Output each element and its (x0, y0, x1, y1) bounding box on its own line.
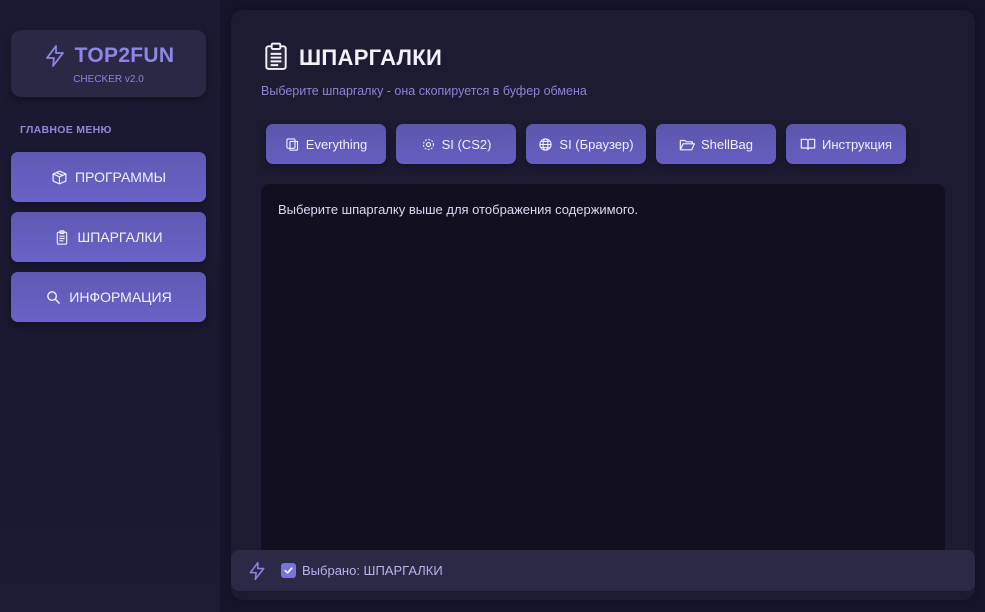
tab-shellbag[interactable]: ShellBag (656, 124, 776, 164)
package-icon (51, 169, 68, 186)
magnifier-icon (45, 289, 62, 306)
logo-card: TOP2FUN CHECKER v2.0 (11, 30, 206, 97)
tab-si-cs2[interactable]: SI (CS2) (396, 124, 516, 164)
page-header: ШПАРГАЛКИ (263, 42, 443, 74)
sidebar-item-information[interactable]: ИНФОРМАЦИЯ (11, 272, 206, 322)
logo-row: TOP2FUN (11, 42, 206, 70)
tab-label: Everything (305, 136, 368, 152)
tab-label: SI (CS2) (441, 136, 492, 152)
sidebar-item-label: ПРОГРАММЫ (74, 169, 167, 185)
book-icon (800, 137, 816, 151)
copy-icon (285, 137, 300, 152)
tab-everything[interactable]: Everything (266, 124, 386, 164)
sidebar-item-programs[interactable]: ПРОГРАММЫ (11, 152, 206, 202)
clipboard-icon (54, 229, 70, 246)
sidebar: TOP2FUN CHECKER v2.0 ГЛАВНОЕ МЕНЮ ПРОГРА… (0, 0, 220, 612)
sidebar-item-label: ИНФОРМАЦИЯ (69, 289, 172, 305)
content-placeholder: Выберите шпаргалку выше для отображения … (278, 202, 639, 217)
lightning-icon (247, 561, 267, 581)
logo-subtitle: CHECKER v2.0 (73, 74, 144, 85)
status-bar: Выбрано: ШПАРГАЛКИ (231, 550, 975, 591)
page-subtitle: Выберите шпаргалку - она скопируется в б… (261, 84, 587, 98)
gear-icon (421, 137, 436, 152)
menu-heading: ГЛАВНОЕ МЕНЮ (20, 124, 112, 136)
tab-instruction[interactable]: Инструкция (786, 124, 906, 164)
main-panel: ШПАРГАЛКИ Выберите шпаргалку - она скопи… (231, 10, 975, 600)
tab-si-browser[interactable]: SI (Браузер) (526, 124, 646, 164)
folder-icon (679, 137, 695, 152)
cheatsheet-content[interactable]: Выберите шпаргалку выше для отображения … (261, 184, 945, 554)
globe-icon (538, 137, 553, 152)
status-text: Выбрано: ШПАРГАЛКИ (302, 563, 443, 578)
sidebar-item-label: ШПАРГАЛКИ (77, 229, 163, 245)
tab-label: SI (Браузер) (559, 136, 634, 152)
tab-label: Инструкция (822, 136, 892, 152)
logo-title: TOP2FUN (74, 44, 175, 67)
clipboard-icon (263, 42, 289, 74)
page-title: ШПАРГАЛКИ (299, 45, 443, 70)
tab-label: ShellBag (700, 136, 754, 152)
lightning-icon (43, 44, 67, 68)
checkbox-icon (281, 563, 296, 578)
app-window: TOP2FUN CHECKER v2.0 ГЛАВНОЕ МЕНЮ ПРОГРА… (0, 0, 985, 612)
sidebar-item-cheatsheets[interactable]: ШПАРГАЛКИ (11, 212, 206, 262)
